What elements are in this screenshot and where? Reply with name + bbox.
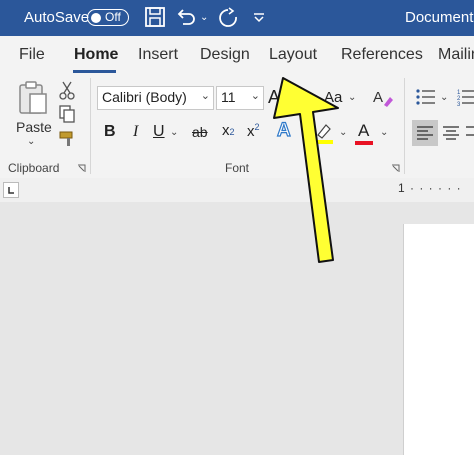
bullets-icon[interactable] [415,88,437,106]
customize-icon[interactable] [252,11,266,25]
subscript-button[interactable]: x2 [222,122,235,139]
font-size-value: 11 [221,89,236,105]
font-size-dropdown[interactable]: 11 ⌄ [216,86,264,110]
horizontal-ruler[interactable]: 1 · · · · · · [398,181,462,195]
subscript-label: x [222,122,230,139]
strikethrough-button[interactable]: ab [192,124,208,140]
cut-icon[interactable] [58,80,76,100]
chevron-down-icon: ⌄ [250,90,260,102]
tab-mailings[interactable]: Mailin [438,46,474,64]
document-title: Document1 [405,9,474,26]
clipboard-group-label: Clipboard [8,161,60,175]
change-case-button[interactable]: Aa [324,89,342,106]
tab-home[interactable]: Home [74,46,118,64]
font-group-label: Font [225,161,250,175]
font-color-swatch [355,141,373,145]
document-page[interactable] [403,224,474,455]
paste-icon[interactable] [17,80,49,116]
underline-dropdown-icon[interactable]: ⌄ [170,127,178,138]
tab-file[interactable]: File [19,46,45,64]
bullets-dropdown-icon[interactable]: ⌄ [440,92,448,103]
autosave-label: AutoSave [24,9,90,26]
paste-dropdown-icon[interactable]: ⌄ [27,136,35,147]
title-bar: AutoSave Off ⌄ Document1 [0,0,474,36]
chevron-down-icon: ⌄ [200,90,210,102]
tab-layout[interactable]: Layout [269,46,317,64]
paste-label[interactable]: Paste [16,119,52,135]
clear-formatting-icon[interactable]: A [372,87,394,109]
change-case-dropdown-icon[interactable]: ⌄ [348,92,356,103]
highlight-icon[interactable] [313,121,335,145]
clipboard-dialog-launcher-icon[interactable] [77,164,86,173]
text-effects-button[interactable]: A [276,119,291,142]
tab-selector-icon[interactable] [3,182,19,198]
copy-icon[interactable] [58,104,76,124]
superscript-mark: 2 [254,122,260,132]
redo-icon[interactable] [216,6,240,28]
undo-dropdown-icon[interactable]: ⌄ [200,12,208,23]
superscript-button[interactable]: x2 [247,122,260,140]
italic-button[interactable]: I [133,123,138,141]
tab-references[interactable]: References [341,46,423,64]
save-icon[interactable] [144,6,166,28]
subscript-mark: 2 [229,127,235,137]
undo-icon[interactable] [174,6,198,28]
svg-text:3: 3 [457,102,461,106]
autosave-toggle[interactable]: Off [87,9,129,26]
center-icon[interactable] [442,125,460,141]
svg-text:A: A [373,89,383,106]
align-right-icon[interactable] [466,125,474,141]
align-left-button[interactable] [412,120,438,146]
underline-button[interactable]: U [153,123,165,141]
group-divider [90,78,91,174]
toggle-knob [91,12,101,23]
bold-button[interactable]: B [104,123,116,141]
ribbon: Paste ⌄ Clipboard Calibri (Body) ⌄ 11 ⌄ … [0,74,474,179]
font-color-dropdown-icon[interactable]: ⌄ [380,127,388,138]
ribbon-tabs: File Home Insert Design Layout Reference… [0,36,474,74]
autosave-state: Off [105,10,121,24]
highlight-dropdown-icon[interactable]: ⌄ [339,127,347,138]
grow-font-button[interactable]: A [268,87,280,108]
format-painter-icon[interactable] [58,129,78,149]
align-left-icon [417,126,433,140]
font-dialog-launcher-icon[interactable] [391,164,400,173]
superscript-label: x [247,123,255,140]
tab-insert[interactable]: Insert [138,46,178,64]
tab-design[interactable]: Design [200,46,250,64]
group-divider [404,78,405,174]
font-name-value: Calibri (Body) [102,89,187,105]
font-name-dropdown[interactable]: Calibri (Body) ⌄ [97,86,214,110]
active-tab-indicator [73,70,116,73]
tab-stop-icon [8,187,14,194]
numbering-icon[interactable]: 1 2 3 [457,88,474,106]
font-color-button[interactable]: A [358,121,369,141]
